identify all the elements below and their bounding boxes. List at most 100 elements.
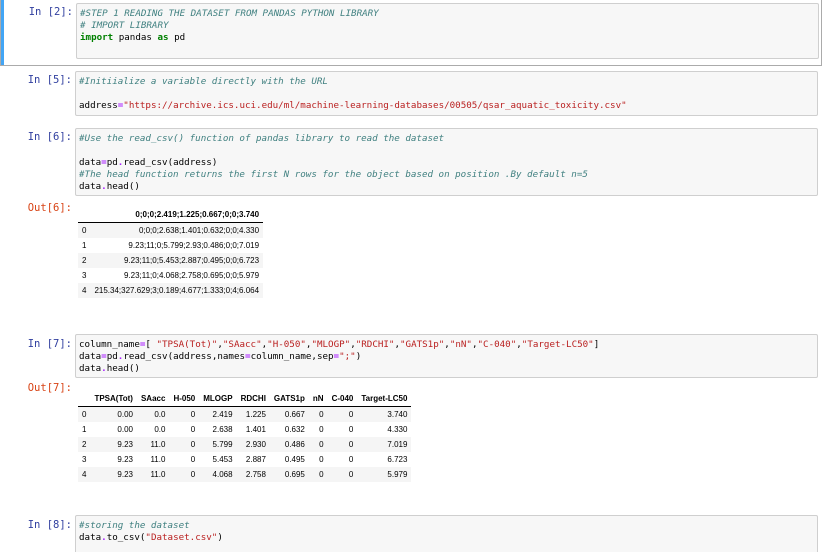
table-cell: 0 bbox=[319, 410, 324, 419]
input-prompt: In [6]: bbox=[27, 131, 72, 143]
code-input[interactable]: #Initiialize a variable directly with th… bbox=[75, 71, 818, 116]
table-row: 0 0;0;0;2.638;1.401;0.632;0;0;4.330 bbox=[78, 222, 264, 238]
code-input[interactable]: #storing the dataset data.to_csv("Dataset… bbox=[75, 515, 818, 552]
table-cell: 9.23 bbox=[117, 470, 133, 479]
table-cell: 0 bbox=[319, 440, 324, 449]
table-cell: 9.23 bbox=[117, 440, 133, 449]
code-token: "Target-LC50" bbox=[521, 339, 594, 350]
input-prompt: In [5]: bbox=[27, 74, 72, 86]
table-cell: 11.0 bbox=[150, 440, 166, 449]
code-line: # IMPORT LIBRARY bbox=[80, 20, 818, 32]
table-cell: 0.695 bbox=[284, 470, 305, 479]
code-token: address bbox=[79, 100, 118, 111]
row-index: 3 bbox=[82, 271, 87, 280]
row-index: 3 bbox=[82, 455, 87, 464]
code-line: data=pd.read_csv(address,names=column_na… bbox=[79, 351, 817, 363]
table-row: 1 9.23;11;0;5.799;2.93;0.486;0;0;7.019 bbox=[78, 238, 263, 253]
table-row: 4 215.34;327.629;3;0.189;4.677;1.333;0;4;… bbox=[78, 283, 264, 298]
output-prompt: Out[7]: bbox=[27, 382, 72, 394]
column-header: GATS1p bbox=[273, 394, 305, 403]
table-cell: 4.330 bbox=[387, 425, 408, 434]
column-header: H-050 bbox=[173, 394, 196, 403]
notebook-cell-2[interactable]: In [5]: #Initiialize a variable directly… bbox=[0, 71, 836, 121]
table-cell: 2.887 bbox=[245, 455, 266, 464]
output-prompt: Out[6]: bbox=[27, 202, 72, 214]
column-header: C-040 bbox=[331, 394, 354, 403]
column-header: nN bbox=[312, 394, 324, 403]
code-token: head() bbox=[106, 363, 140, 374]
table-cell: 9.23;11;0;5.453;2.887;0.495;0;0;6.723 bbox=[123, 256, 260, 265]
notebook-cell-1[interactable]: In [2]: #STEP 1 READING THE DATASET FROM… bbox=[0, 0, 822, 66]
code-token: #STEP 1 READING THE DATASET FROM PANDAS … bbox=[80, 8, 379, 19]
code-lines: #storing the dataset data.to_csv("Dataset… bbox=[79, 520, 817, 544]
column-header: SAacc bbox=[140, 394, 166, 403]
row-index: 2 bbox=[82, 440, 87, 449]
table-row: 3 9.23 11.0 0 5.453 2.887 0.495 0 0 6.723 bbox=[78, 452, 411, 467]
code-token: "TPSA(Tot)" bbox=[156, 339, 218, 350]
code-token: "H-050" bbox=[267, 339, 306, 350]
table-row: 2 9.23 11.0 0 5.799 2.930 0.486 0 0 7.019 bbox=[78, 437, 412, 452]
code-line: address="https://archive.ics.uci.edu/ml/… bbox=[79, 100, 817, 112]
code-token: "https://archive.ics.uci.edu/ml/machine-… bbox=[123, 100, 627, 111]
code-token: data bbox=[79, 181, 102, 192]
code-token: data bbox=[79, 363, 102, 374]
code-token: #Use the read_csv() function of pandas l… bbox=[79, 133, 445, 144]
table-cell: 0 bbox=[348, 470, 354, 479]
table-cell: 0.495 bbox=[284, 455, 305, 464]
table-cell: 0 bbox=[348, 410, 354, 419]
table-cell: 1.225 bbox=[245, 410, 266, 419]
code-input[interactable]: #Use the read_csv() function of pandas l… bbox=[75, 128, 818, 196]
table-cell: 0 bbox=[190, 425, 196, 434]
column-header: MLOGP bbox=[203, 394, 233, 403]
dataframe-output: 0;0;0;2.419;1.225;0.667;0;0;3.740 0 0;0;0;… bbox=[78, 207, 264, 298]
code-lines: #STEP 1 READING THE DATASET FROM PANDAS … bbox=[80, 8, 818, 44]
table-cell: 0 bbox=[319, 470, 324, 479]
column-header: Target-LC50 bbox=[361, 394, 408, 403]
table-row: 4 9.23 11.0 0 4.068 2.758 0.695 0 0 5.979 bbox=[78, 467, 412, 482]
table-cell: 0.486 bbox=[284, 440, 305, 449]
table-cell: 3.740 bbox=[387, 410, 408, 419]
code-token: head() bbox=[106, 181, 140, 192]
table-cell: 2.930 bbox=[245, 440, 266, 449]
table-cell: 6.723 bbox=[387, 455, 408, 464]
code-token: ";" bbox=[339, 351, 356, 362]
table-cell: 0 bbox=[190, 470, 196, 479]
notebook-cell-4[interactable]: In [7]: column_name=[ "TPSA(Tot)","SAacc… bbox=[0, 334, 836, 509]
dataframe-output: TPSA(Tot) SAacc H-050 MLOGP RDCHI GATS1p nN C-0… bbox=[78, 391, 412, 482]
code-line: data.head() bbox=[79, 363, 817, 375]
row-index: 1 bbox=[82, 241, 87, 250]
table-cell: 0.667 bbox=[284, 410, 305, 419]
code-lines: #Use the read_csv() function of pandas l… bbox=[79, 133, 817, 193]
column-header: TPSA(Tot) bbox=[94, 394, 133, 403]
code-lines: column_name=[ "TPSA(Tot)","SAacc","H-050… bbox=[79, 339, 817, 375]
row-index: 4 bbox=[82, 286, 87, 295]
table-cell: 0;0;0;2.638;1.401;0.632;0;0;4.330 bbox=[138, 226, 260, 235]
table-row: 3 9.23;11;0;4.068;2.758;0.695;0;0;5.979 bbox=[78, 268, 263, 283]
code-line: data.head() bbox=[79, 181, 817, 193]
code-token: data bbox=[79, 157, 102, 168]
table-cell: 11.0 bbox=[150, 470, 166, 479]
code-token: #The head function returns the first N r… bbox=[79, 169, 588, 180]
table-cell: 0 bbox=[190, 455, 196, 464]
code-line: #STEP 1 READING THE DATASET FROM PANDAS … bbox=[80, 8, 818, 20]
notebook-cell-3[interactable]: In [6]: #Use the read_csv() function of … bbox=[0, 128, 836, 319]
table-cell: 7.019 bbox=[387, 440, 408, 449]
table-cell: 0 bbox=[348, 455, 354, 464]
code-input[interactable]: column_name=[ "TPSA(Tot)","SAacc","H-050… bbox=[75, 334, 818, 378]
table-cell: 0 bbox=[319, 455, 324, 464]
code-input[interactable]: #STEP 1 READING THE DATASET FROM PANDAS … bbox=[76, 3, 819, 59]
table-cell: 215.34;327.629;3;0.189;4.677;1.333;0;4;6… bbox=[94, 286, 260, 295]
table-cell: 2.638 bbox=[212, 425, 233, 434]
table-cell: 2.419 bbox=[212, 410, 233, 419]
code-token: "Dataset.csv" bbox=[145, 532, 218, 543]
notebook-cell-5[interactable]: In [8]: #storing the dataset data.to_csv(… bbox=[0, 514, 836, 552]
code-line: data.to_csv("Dataset.csv") bbox=[79, 532, 817, 544]
code-line: import pandas as pd bbox=[80, 32, 818, 44]
code-token: as bbox=[157, 32, 169, 43]
table-cell: 2.758 bbox=[245, 470, 266, 479]
column-header: RDCHI bbox=[240, 394, 266, 403]
code-token: "GATS1p" bbox=[400, 339, 445, 350]
code-token: read_csv(address) bbox=[123, 157, 218, 168]
table-cell: 0 bbox=[319, 425, 324, 434]
